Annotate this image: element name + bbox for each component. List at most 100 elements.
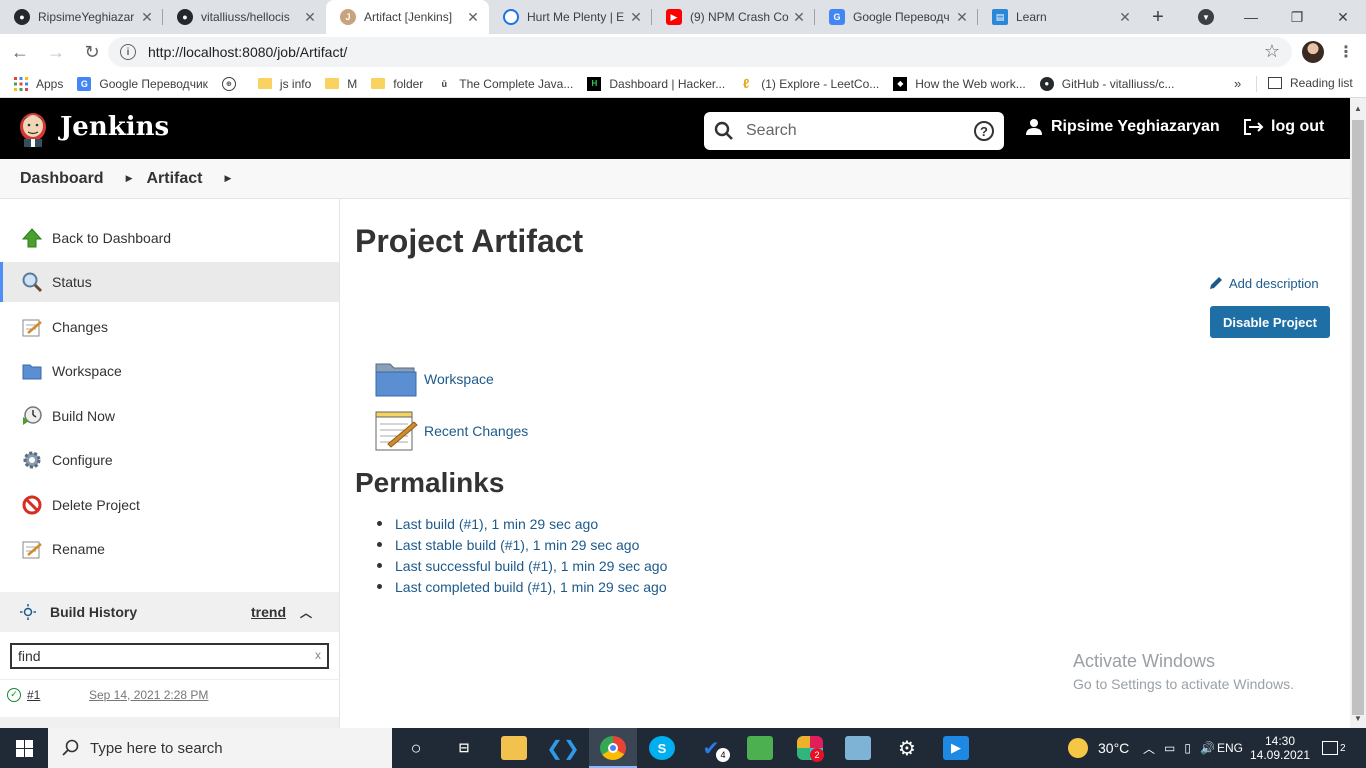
task-workspace[interactable]: Workspace [0, 351, 339, 391]
search-input[interactable] [746, 122, 966, 140]
bookmark-apps[interactable]: Apps [0, 76, 70, 91]
task-rename[interactable]: Rename [0, 529, 339, 569]
close-tab-icon[interactable]: ✕ [465, 9, 481, 26]
bookmark-folder[interactable]: folder [364, 77, 430, 91]
user-link[interactable]: Ripsime Yeghiazaryan [1025, 118, 1220, 136]
site-info-icon[interactable]: i [120, 44, 136, 60]
close-tab-icon[interactable]: ✕ [954, 9, 970, 26]
help-icon[interactable]: ? [974, 121, 994, 141]
trend-link[interactable]: trend [251, 604, 286, 620]
scroll-down-icon[interactable]: ▼ [1350, 710, 1366, 726]
workspace-link[interactable]: Workspace [374, 358, 494, 400]
chevron-right-icon[interactable]: ▶ [225, 173, 232, 184]
scroll-up-icon[interactable]: ▲ [1350, 100, 1366, 116]
clear-find-icon[interactable]: x [315, 648, 321, 662]
breadcrumb-dashboard[interactable]: Dashboard [20, 170, 104, 188]
recent-changes-link[interactable]: Recent Changes [374, 410, 528, 452]
bookmark-folder-jsinfo[interactable]: js info [251, 77, 318, 91]
task-delete-project[interactable]: Delete Project [0, 485, 339, 525]
menu-kebab-icon[interactable]: ⋮ [1338, 42, 1354, 62]
logout-link[interactable]: log out [1243, 118, 1324, 136]
scroll-thumb[interactable] [1352, 120, 1364, 715]
start-button[interactable] [0, 728, 48, 768]
restore-icon[interactable]: ❐ [1274, 0, 1320, 34]
disable-project-button[interactable]: Disable Project [1210, 306, 1330, 338]
task-status[interactable]: Status [0, 262, 339, 302]
notes-app-icon[interactable] [845, 736, 871, 760]
browser-tab[interactable]: G Google Переводч ✕ [815, 0, 978, 34]
bookmark-udemy[interactable]: ū The Complete Java... [430, 77, 580, 91]
cortana-icon[interactable]: ○ [403, 736, 429, 760]
add-description-link[interactable]: Add description [1208, 275, 1319, 291]
task-configure[interactable]: Configure [0, 440, 339, 480]
taskbar-search[interactable]: Type here to search [48, 728, 392, 768]
back-icon[interactable]: ← [4, 36, 36, 68]
address-bar[interactable]: i http://localhost:8080/job/Artifact/ ☆ [108, 37, 1292, 67]
browser-tab[interactable]: ● vitalliuss/hellocis ✕ [163, 0, 326, 34]
task-changes[interactable]: Changes [0, 307, 339, 347]
bookmarks-more-button[interactable]: » [1234, 76, 1241, 91]
bookmark-web[interactable]: ◆ How the Web work... [886, 76, 1032, 91]
battery-icon[interactable]: ▯ [1184, 741, 1191, 755]
close-tab-icon[interactable]: ✕ [1117, 9, 1133, 26]
close-tab-icon[interactable]: ✕ [139, 9, 155, 26]
bookmark-translate[interactable]: G Google Переводчик [70, 76, 215, 91]
browser-tab[interactable]: ● RipsimeYeghiazar ✕ [0, 0, 163, 34]
chrome-icon[interactable] [600, 736, 626, 760]
skype-icon[interactable]: S [649, 736, 675, 760]
browser-tab[interactable]: ▤ Learn ✕ [978, 0, 1141, 34]
vertical-scrollbar[interactable]: ▲ ▼ [1350, 98, 1366, 728]
volume-icon[interactable]: 🔊 [1200, 741, 1215, 755]
minimize-icon[interactable]: — [1228, 0, 1274, 34]
input-language[interactable]: ENG [1217, 728, 1243, 768]
jenkins-logo-icon[interactable] [18, 111, 48, 147]
new-tab-button[interactable]: + [1141, 0, 1175, 34]
search-box: ? [704, 112, 1004, 150]
forward-icon[interactable]: → [40, 36, 72, 68]
clock-time: 14:30 [1264, 734, 1296, 748]
media-player-icon[interactable]: ▶ [943, 736, 969, 760]
tab-search-icon[interactable]: ▼ [1198, 9, 1214, 25]
task-view-icon[interactable]: ⊟ [451, 736, 477, 760]
permalink-last-build[interactable]: Last build (#1), 1 min 29 sec ago [377, 513, 667, 534]
clock[interactable]: 14:30 14.09.2021 [1250, 728, 1310, 768]
chevron-up-icon[interactable]: ︿ [300, 604, 312, 621]
permalink-last-completed-build[interactable]: Last completed build (#1), 1 min 29 sec … [377, 576, 667, 597]
notifications-button[interactable]: 2 [1322, 728, 1346, 768]
permalink-last-stable-build[interactable]: Last stable build (#1), 1 min 29 sec ago [377, 534, 667, 555]
permalink-last-successful-build[interactable]: Last successful build (#1), 1 min 29 sec… [377, 555, 667, 576]
reading-list-button[interactable]: Reading list [1268, 76, 1353, 90]
bookmark-globe[interactable]: ⊕ [215, 76, 251, 91]
task-build-now[interactable]: Build Now [0, 396, 339, 436]
close-tab-icon[interactable]: ✕ [791, 9, 807, 26]
file-explorer-icon[interactable] [501, 736, 527, 760]
reload-icon[interactable]: ↻ [76, 36, 108, 68]
build-date-link[interactable]: Sep 14, 2021 2:28 PM [89, 688, 208, 702]
bookmark-github[interactable]: ● GitHub - vitalliuss/c... [1033, 76, 1182, 91]
network-icon[interactable]: ▭ [1164, 741, 1175, 755]
browser-tab[interactable]: Hurt Me Plenty | E ✕ [489, 0, 652, 34]
close-tab-icon[interactable]: ✕ [628, 9, 644, 26]
close-tab-icon[interactable]: ✕ [302, 9, 318, 26]
browser-tab-active[interactable]: J Artifact [Jenkins] ✕ [326, 0, 489, 34]
breadcrumb-artifact[interactable]: Artifact [147, 170, 203, 188]
browser-tab[interactable]: ▶ (9) NPM Crash Co ✕ [652, 0, 815, 34]
bookmark-folder-m[interactable]: M [318, 77, 364, 91]
task-back-to-dashboard[interactable]: Back to Dashboard [0, 218, 339, 258]
chevron-right-icon[interactable]: ▶ [126, 173, 133, 184]
vscode-icon[interactable]: ❮❯ [546, 736, 580, 760]
bookmark-leetcode[interactable]: ℓ (1) Explore - LeetCo... [732, 76, 886, 91]
build-number-link[interactable]: #1 [27, 688, 40, 702]
build-find-input[interactable] [18, 648, 298, 664]
bookmarks-bar: Apps G Google Переводчик ⊕ js info M fol… [0, 70, 1366, 98]
weather-widget[interactable]: 30°C [1068, 728, 1129, 768]
jenkins-brand[interactable]: Jenkins [60, 112, 169, 142]
tray-chevron-icon[interactable]: ︿ [1143, 740, 1155, 757]
close-window-icon[interactable]: ✕ [1320, 0, 1366, 34]
settings-gear-icon[interactable]: ⚙ [894, 736, 920, 760]
bookmark-hackerrank[interactable]: H Dashboard | Hacker... [580, 76, 732, 91]
web-icon: ◆ [893, 76, 908, 91]
bookmark-star-icon[interactable]: ☆ [1264, 41, 1280, 62]
notepad-app-icon[interactable] [747, 736, 773, 760]
profile-avatar[interactable] [1302, 41, 1324, 63]
